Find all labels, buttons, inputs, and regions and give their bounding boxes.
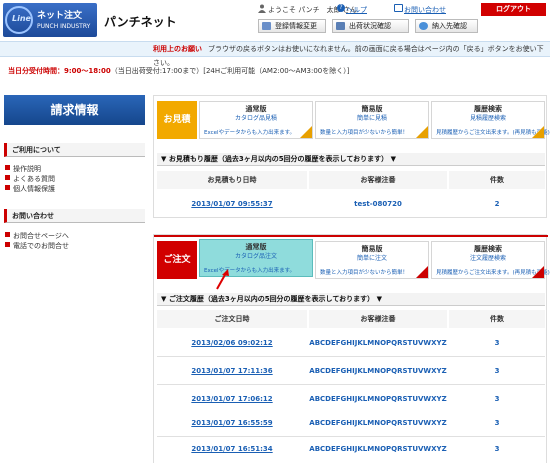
sidebar-link-manual[interactable]: 操作説明: [5, 164, 41, 174]
table-row: 2013/01/07 17:11:36 ABCDEFGHIJKLMNOPQRST…: [157, 357, 545, 385]
order-date-link[interactable]: 2013/01/07 17:06:12: [157, 395, 307, 403]
corner-arrow-icon: [416, 266, 428, 278]
logout-button[interactable]: ログアウト: [481, 3, 546, 16]
pointer-arrow-icon: [216, 269, 229, 290]
hours-detail: （当日出荷受付:17:00まで）[24Hご利用可能（AM2:00～AM3:00を…: [110, 67, 350, 75]
column-header-date: ご注文日時: [157, 310, 307, 328]
corner-arrow-icon: [416, 126, 428, 138]
order-count: 3: [494, 367, 500, 375]
estimate-tag: お見積: [157, 101, 197, 139]
business-hours: 当日分受付時間：9:00～18:00（当日出荷受付:17:00まで）[24Hご利…: [8, 66, 349, 76]
column-header-count: 件数: [449, 310, 545, 328]
help-icon: ?: [337, 4, 345, 12]
table-row: 2013/01/07 16:55:59 ABCDEFGHIJKLMNOPQRST…: [157, 409, 545, 437]
order-history-title: ▼ ご注文履歴（過去3ヶ月以内の5回分の履歴を表示しております） ▼: [157, 293, 545, 306]
notice-label: 利用上のお願い: [153, 45, 202, 53]
option-description: Excelやデータからも入力出来ます。: [204, 130, 296, 136]
edit-registration-label: 登録情報変更: [275, 22, 317, 30]
invoice-info-button[interactable]: 請求情報: [4, 95, 145, 125]
estimate-standard-option[interactable]: 通常版 カタログ品見積 Excelやデータからも入力出来ます。: [199, 101, 313, 139]
order-no: ABCDEFGHIJKLMNOPQRSTUVWXYZ: [309, 367, 447, 375]
sidebar-link-phone[interactable]: 電話でのお問合せ: [5, 241, 69, 251]
id-card-icon: [262, 22, 271, 30]
order-no: ABCDEFGHIJKLMNOPQRSTUVWXYZ: [309, 419, 447, 427]
order-date-link[interactable]: 2013/02/06 09:02:12: [157, 339, 307, 347]
column-header-date: お見積もり日時: [157, 171, 307, 189]
estimate-simple-option[interactable]: 簡易版 簡単に見積 数量と入力項目が少ないから簡単！: [315, 101, 429, 139]
logo-mark: Line: [5, 6, 33, 34]
check-icon: [419, 22, 428, 30]
option-subtitle: カタログ品見積: [234, 115, 277, 122]
sidebar-link-faq[interactable]: よくある質問: [5, 174, 55, 184]
estimate-history-title: ▼ お見積もり履歴（過去3ヶ月以内の5回分の履歴を表示しております） ▼: [157, 153, 545, 166]
order-simple-option[interactable]: 簡易版 簡単に注文 数量と入力項目が少ないから簡単！: [315, 241, 429, 279]
order-no: ABCDEFGHIJKLMNOPQRSTUVWXYZ: [309, 445, 447, 453]
logo-subtitle: PUNCH INDUSTRY: [37, 23, 91, 30]
table-row: 2013/02/06 09:02:12 ABCDEFGHIJKLMNOPQRST…: [157, 329, 545, 357]
logo[interactable]: Line ネット注文 PUNCH INDUSTRY: [3, 3, 97, 37]
user-icon: [258, 4, 266, 13]
notice-text: ブラウザの戻るボタンはお使いになれません。前の画面に戻る場合はページ内の「戻る」…: [153, 45, 544, 67]
sidebar-link-privacy[interactable]: 個人情報保護: [5, 184, 55, 194]
option-description: 数量と入力項目が少ないから簡単！: [320, 130, 409, 136]
order-count: 3: [494, 395, 500, 403]
order-date-link[interactable]: 2013/01/07 16:55:59: [157, 419, 307, 427]
edit-registration-button[interactable]: 登録情報変更: [258, 19, 326, 33]
order-count: 3: [494, 339, 500, 347]
contact-section-title: お問い合わせ: [4, 209, 145, 223]
estimate-order-no: test-080720: [354, 200, 402, 208]
hours-label: 当日分受付時間：9:00～18:00: [8, 67, 111, 75]
corner-arrow-icon: [300, 126, 312, 138]
column-header-order-no: お客様注番: [309, 310, 447, 328]
delivery-address-button[interactable]: 納入先確認: [415, 19, 478, 33]
option-description: 数量と入力項目が少ないから簡単！: [320, 270, 409, 276]
option-subtitle: 簡単に注文: [356, 255, 387, 262]
order-no: ABCDEFGHIJKLMNOPQRSTUVWXYZ: [309, 395, 447, 403]
option-subtitle: 見積履歴検索: [469, 115, 506, 122]
order-count: 3: [494, 419, 500, 427]
order-panel: ご注文 通常版 カタログ品注文 Excelやデータからも入力出来ます。 簡易版 …: [153, 234, 550, 464]
truck-icon: [336, 22, 345, 30]
order-date-link[interactable]: 2013/01/07 17:11:36: [157, 367, 307, 375]
order-no: ABCDEFGHIJKLMNOPQRSTUVWXYZ: [309, 339, 447, 347]
mail-icon: [394, 4, 403, 12]
help-link[interactable]: ヘルプ: [346, 5, 367, 15]
option-subtitle: 簡単に見積: [356, 115, 387, 122]
order-history-option[interactable]: 履歴検索 注文履歴検索 見積履歴からご注文出来ます。(再見積も可能): [431, 241, 550, 279]
option-subtitle: 注文履歴検索: [469, 255, 506, 262]
shipping-status-label: 出荷状況確認: [349, 22, 391, 30]
order-tag: ご注文: [157, 241, 197, 279]
table-row: 2013/01/07 09:55:37 test-080720 2: [157, 191, 545, 219]
table-row: 2013/01/07 16:51:34 ABCDEFGHIJKLMNOPQRST…: [157, 436, 545, 464]
order-panel-accent: [154, 235, 548, 237]
option-description: 見積履歴からご注文出来ます。(再見積も可能): [436, 130, 550, 136]
estimate-panel: お見積 通常版 カタログ品見積 Excelやデータからも入力出来ます。 簡易版 …: [153, 95, 550, 219]
logo-title: ネット注文: [37, 11, 83, 21]
estimate-count: 2: [494, 200, 500, 208]
order-count: 3: [494, 445, 500, 453]
usage-section-title: ご利用について: [4, 143, 145, 157]
column-header-count: 件数: [449, 171, 545, 189]
shipping-status-button[interactable]: 出荷状況確認: [332, 19, 409, 33]
corner-arrow-icon: [532, 266, 544, 278]
inquiry-link[interactable]: お問い合わせ: [404, 5, 446, 15]
option-subtitle: カタログ品注文: [234, 253, 277, 260]
notice-bar: 利用上のお願い ブラウザの戻るボタンはお使いになれません。前の画面に戻る場合はペー…: [0, 41, 550, 67]
column-header-order-no: お客様注番: [309, 171, 447, 189]
estimate-date-link[interactable]: 2013/01/07 09:55:37: [157, 200, 307, 208]
estimate-history-option[interactable]: 履歴検索 見積履歴検索 見積履歴からご注文出来ます。(再見積も可能): [431, 101, 550, 139]
delivery-address-label: 納入先確認: [432, 22, 467, 30]
sidebar-link-contact-page[interactable]: お問合せページへ: [5, 231, 69, 241]
corner-arrow-icon: [532, 126, 544, 138]
order-date-link[interactable]: 2013/01/07 16:51:34: [157, 445, 307, 453]
site-name: パンチネット: [104, 15, 177, 29]
option-description: 見積履歴からご注文出来ます。(再見積も可能): [436, 270, 550, 276]
